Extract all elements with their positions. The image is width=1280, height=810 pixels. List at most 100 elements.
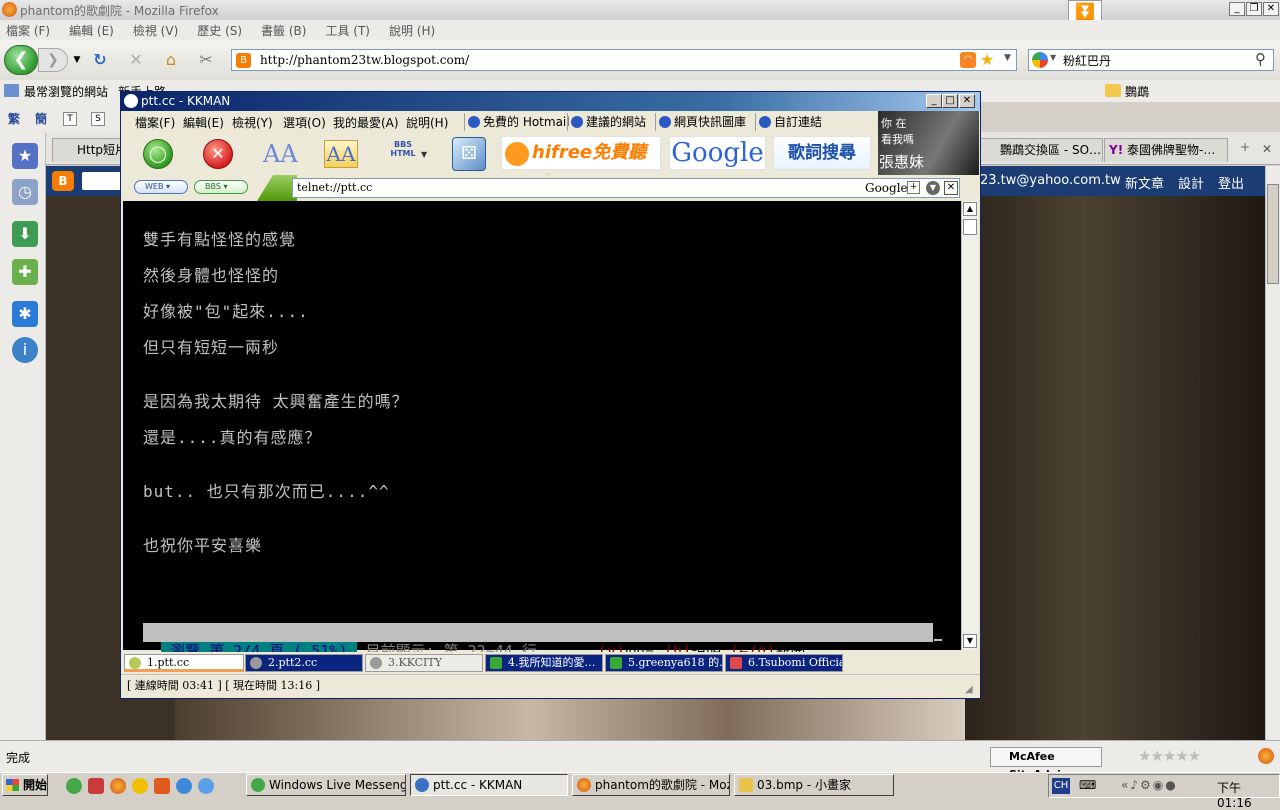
google-button[interactable]: Google [669,136,766,170]
link-hotmail[interactable]: 免費的 Hotmail [464,113,570,131]
tab-parrot-exchange[interactable]: 鸚鵡交換區 - SO… [979,138,1103,162]
menu-history[interactable]: 歷史 (S) [197,22,242,39]
kkman-minimize-button[interactable]: _ [926,94,942,108]
back-button[interactable]: ❮ [4,45,38,75]
blogger-logo-icon[interactable]: B [52,171,74,191]
menu-help[interactable]: 說明 (H) [389,22,435,39]
menu-edit[interactable]: 編輯 (E) [69,22,114,39]
bbs-mode-button[interactable]: BBS ▾ [194,180,248,194]
puzzle-icon[interactable]: ✚ [12,259,38,285]
page-scrollbar[interactable] [1265,166,1280,740]
kk-menu-options[interactable]: 選項(O) [283,114,326,131]
scroll-down-arrow-icon[interactable]: ▼ [963,634,977,648]
quicklaunch-firefox-icon[interactable] [110,778,126,794]
tab-thai-amulet[interactable]: Y! 泰國佛牌聖物-… [1104,138,1228,162]
ime-indicator[interactable]: CH [1052,778,1070,794]
bbs-html-icon[interactable]: BBS HTML [388,140,418,170]
quicklaunch-media-icon[interactable] [132,778,148,794]
rss-icon[interactable]: ◠ [960,52,976,68]
home-icon[interactable]: ⌂ [160,49,182,71]
address-close-icon[interactable]: ✕ [944,181,958,195]
new-post-link[interactable]: 新文章 [1125,173,1164,192]
info-icon[interactable]: i [12,337,38,363]
menu-tools[interactable]: 工具 (T) [325,22,370,39]
download-icon[interactable]: ⬇ [12,221,38,247]
kk-menu-view[interactable]: 檢視(Y) [232,114,273,131]
menu-file[interactable]: 檔案 (F) [6,22,50,39]
font-style-icon[interactable]: AA [324,140,358,168]
taskbar-firefox[interactable]: phantom的歌劇院 - Mozi… [572,774,730,796]
bookmark-item[interactable]: 新手上路 [118,83,188,91]
stop-icon[interactable]: ✕ [125,49,147,71]
promo-banner[interactable]: 你 在 看我嗎 張惠妹 [878,111,979,175]
go-button[interactable]: ◯ [143,139,173,169]
addr-dropdown-icon[interactable]: ▼ [926,181,940,195]
kk-tab-tsubomi[interactable]: 6.Tsubomi Officia… [725,654,843,672]
url-dropdown-icon[interactable]: ▼ [1004,53,1011,63]
tab-http-video[interactable]: Http短片 [52,138,122,162]
design-link[interactable]: 設計 [1178,173,1204,192]
tab-close-button[interactable]: ✕ [1262,142,1272,156]
link-suggested-sites[interactable]: 建議的網站 [567,113,646,131]
maximize-button[interactable]: ❐ [1246,2,1262,16]
dice-icon[interactable]: ⚄ [452,137,486,171]
search-box[interactable]: ▼ 粉紅巴丹 ⚲ [1028,49,1274,71]
scrollbar-thumb[interactable] [1267,184,1279,284]
lyrics-search-button[interactable]: 歌詞搜尋 [773,136,871,170]
kk-tab-ptt[interactable]: 1.ptt.cc [124,654,244,672]
star-icon[interactable]: ★ [12,143,38,169]
kkman-address-input[interactable]: telnet://ptt.cc Google + ▼ [292,178,960,198]
resize-grip-icon[interactable]: ◢ [965,679,973,701]
t-icon[interactable]: T [63,112,77,126]
scroll-thumb[interactable] [963,219,977,235]
taskbar-kkman[interactable]: ptt.cc - KKMAN [410,774,568,796]
close-button[interactable]: ✕ [1263,2,1279,16]
addr-add-icon[interactable]: + [907,181,920,194]
bbs-html-dropdown-icon[interactable]: ▼ [421,150,427,159]
start-button[interactable]: 開始 [2,774,48,796]
minimize-button[interactable]: _ [1229,2,1245,16]
terminal-scrollbar[interactable]: ▲ ▼ [961,201,978,650]
link-web-slices[interactable]: 網頁快訊圖庫 [655,113,746,131]
magnifier-icon[interactable]: ⚲ [1255,50,1266,68]
clock-icon[interactable]: ◷ [12,179,38,205]
kk-menu-favorites[interactable]: 我的最愛(A) [333,114,399,131]
reload-icon[interactable]: ↻ [89,49,111,71]
new-tab-button[interactable]: + [1230,140,1260,162]
address-bar[interactable]: B http://phantom23tw.blogspot.com/ ◠ ★ ▼ [231,49,1017,71]
quicklaunch-messenger-icon[interactable] [66,778,82,794]
scroll-up-arrow-icon[interactable]: ▲ [963,202,977,216]
kk-menu-edit[interactable]: 編輯(E) [183,114,224,131]
link-custom-links[interactable]: 自訂連結 [755,113,822,131]
firefox-status-icon[interactable] [1258,748,1274,764]
font-size-icon[interactable]: AA [263,138,299,170]
menu-view[interactable]: 檢視 (V) [133,22,178,39]
clip-icon[interactable]: ✂ [195,49,217,71]
web-mode-button[interactable]: WEB ▾ [134,180,188,194]
bookmark-most-visited[interactable]: 最常瀏覽的網站 [4,83,108,100]
quicklaunch-app-icon[interactable] [88,778,104,794]
traditional-chinese-button[interactable]: 繁 [8,110,20,127]
logout-link[interactable]: 登出 [1218,173,1244,192]
forward-button[interactable]: ❯ [38,48,68,72]
kk-tab-love[interactable]: 4.我所知道的愛… [485,654,603,672]
simplified-chinese-button[interactable]: 簡 [35,110,47,127]
kk-tab-kkcity[interactable]: 3.KKCITY [365,654,483,672]
kk-tab-ptt2[interactable]: 2.ptt2.cc [245,654,363,672]
s-icon[interactable]: S [91,112,105,126]
kk-menu-file[interactable]: 檔案(F) [135,114,175,131]
google-search-engine-icon[interactable] [1032,52,1048,68]
keyboard-icon[interactable]: ⌨ [1079,778,1096,792]
gear-icon[interactable]: ✱ [12,301,38,327]
menu-bookmarks[interactable]: 書籤 (B) [261,22,306,39]
clock[interactable]: 下午 01:16 [1217,779,1279,810]
stop-button[interactable]: ✕ [203,139,233,169]
rating-stars-icon[interactable]: ★★★★★ [1138,747,1201,765]
star-bookmark-icon[interactable]: ★ [980,50,994,69]
kkman-maximize-button[interactable]: □ [942,94,958,108]
history-dropdown-icon[interactable]: ▼ [66,49,88,71]
taskbar-messenger[interactable]: Windows Live Messenger [246,774,406,796]
hifree-button[interactable]: hifree免費聽歌 [501,136,661,195]
kk-tab-greenya[interactable]: 5.greenya618 的… [605,654,723,672]
quicklaunch-ie-icon[interactable] [176,778,192,794]
